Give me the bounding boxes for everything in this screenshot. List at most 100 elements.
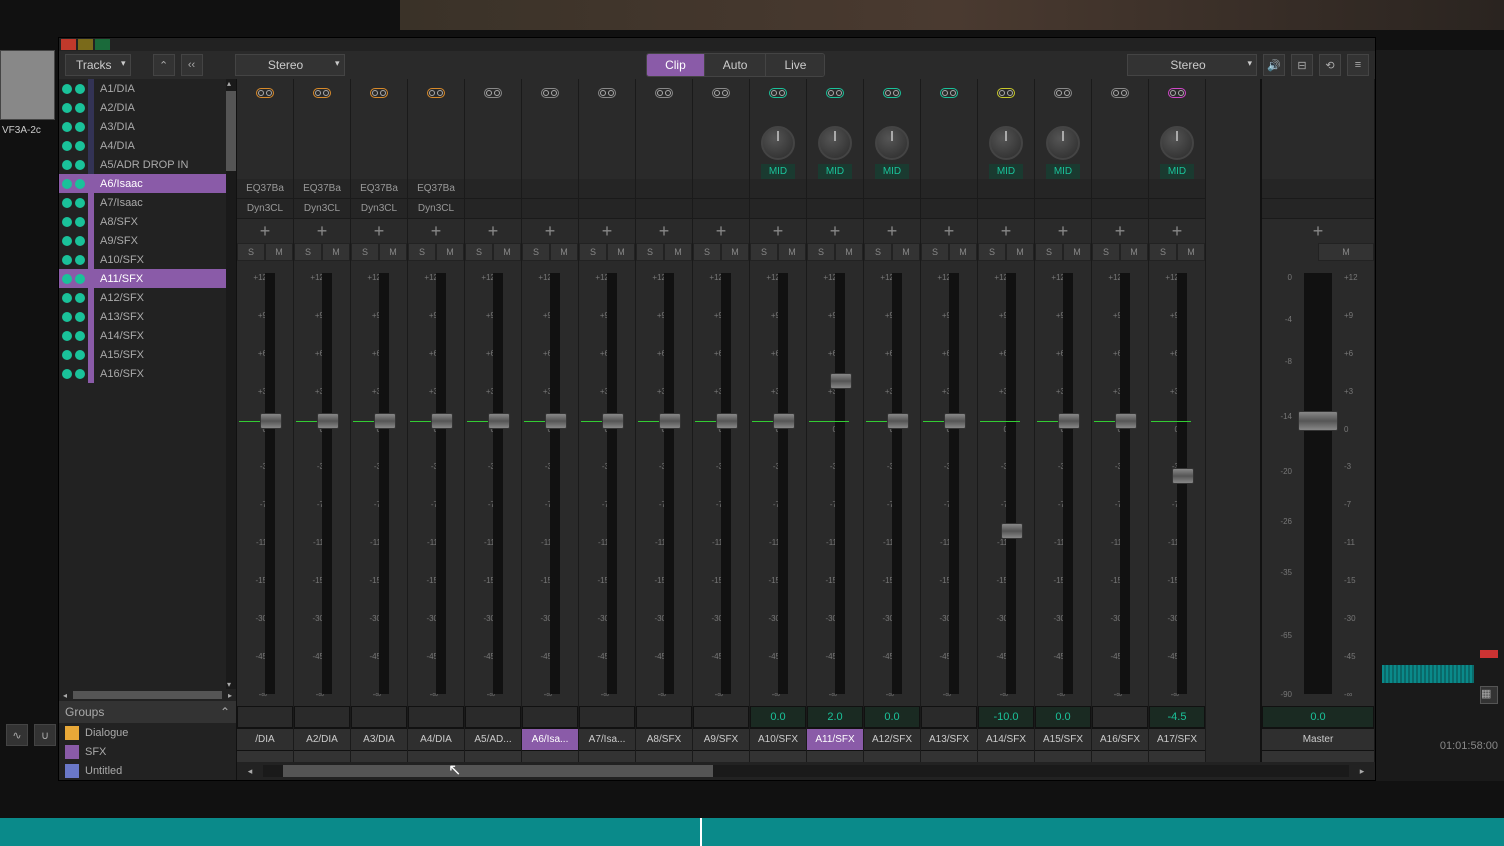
- add-insert-button[interactable]: +: [1092, 219, 1148, 243]
- fader-track[interactable]: [1006, 273, 1016, 694]
- solo-button[interactable]: S: [1092, 243, 1120, 261]
- track-led2-icon[interactable]: [75, 255, 85, 265]
- strip-name-label[interactable]: A11/SFX: [807, 728, 863, 750]
- strip-name-label[interactable]: A6/Isa...: [522, 728, 578, 750]
- solo-button[interactable]: S: [1035, 243, 1063, 261]
- fader-track[interactable]: [493, 273, 503, 694]
- track-led-icon[interactable]: [62, 293, 72, 303]
- fader-track[interactable]: [322, 273, 332, 694]
- insert-slot-2[interactable]: Dyn3CL: [408, 199, 464, 219]
- insert-slot-1[interactable]: [978, 179, 1034, 199]
- track-led2-icon[interactable]: [75, 141, 85, 151]
- add-insert-button[interactable]: +: [294, 219, 350, 243]
- add-insert-button[interactable]: +: [579, 219, 635, 243]
- stereo-icon[interactable]: [655, 88, 673, 98]
- strip-name-label[interactable]: A9/SFX: [693, 728, 749, 750]
- output-stereo-dropdown[interactable]: Stereo: [1127, 54, 1257, 76]
- stereo-icon[interactable]: [769, 88, 787, 98]
- solo-button[interactable]: S: [579, 243, 607, 261]
- track-led-icon[interactable]: [62, 122, 72, 132]
- menu-icon[interactable]: ≡: [1347, 54, 1369, 76]
- track-item-A11/SFX[interactable]: A11/SFX: [59, 269, 236, 288]
- strip-name-label[interactable]: A15/SFX: [1035, 728, 1091, 750]
- gain-value[interactable]: 0.0: [864, 706, 920, 728]
- add-insert-button[interactable]: +: [351, 219, 407, 243]
- insert-slot-2[interactable]: [1149, 199, 1205, 219]
- insert-slot-1[interactable]: [522, 179, 578, 199]
- insert-slot-2[interactable]: [921, 199, 977, 219]
- master-mute-button[interactable]: M: [1318, 243, 1374, 261]
- solo-button[interactable]: S: [921, 243, 949, 261]
- track-item-A14/SFX[interactable]: A14/SFX: [59, 326, 236, 345]
- track-led2-icon[interactable]: [75, 293, 85, 303]
- fader-thumb[interactable]: [488, 413, 510, 429]
- fader-track[interactable]: [550, 273, 560, 694]
- master-gain-value[interactable]: 0.0: [1262, 706, 1374, 728]
- track-led-icon[interactable]: [62, 141, 72, 151]
- input-stereo-dropdown[interactable]: Stereo: [235, 54, 345, 76]
- track-led-icon[interactable]: [62, 160, 72, 170]
- fader-track[interactable]: [1120, 273, 1130, 694]
- insert-slot-2[interactable]: Dyn3CL: [351, 199, 407, 219]
- groups-header[interactable]: Groups ⌃: [59, 701, 236, 723]
- marker-red-icon[interactable]: [1480, 650, 1498, 658]
- collapse-up-icon[interactable]: ⌃: [153, 54, 175, 76]
- fader-track[interactable]: [379, 273, 389, 694]
- pan-knob[interactable]: [875, 126, 909, 160]
- stereo-icon[interactable]: [826, 88, 844, 98]
- fader-track[interactable]: [1063, 273, 1073, 694]
- track-item-A1/DIA[interactable]: A1/DIA: [59, 79, 236, 98]
- gain-value[interactable]: -4.5: [1149, 706, 1205, 728]
- add-insert-button[interactable]: +: [1149, 219, 1205, 243]
- mute-button[interactable]: M: [721, 243, 749, 261]
- fader-thumb[interactable]: [260, 413, 282, 429]
- mute-button[interactable]: M: [835, 243, 863, 261]
- insert-slot-2[interactable]: [750, 199, 806, 219]
- fader-track[interactable]: [835, 273, 845, 694]
- strip-name-label[interactable]: A13/SFX: [921, 728, 977, 750]
- loop-icon[interactable]: ⟲: [1319, 54, 1341, 76]
- track-led2-icon[interactable]: [75, 179, 85, 189]
- solo-button[interactable]: S: [522, 243, 550, 261]
- strip-name-label[interactable]: A5/AD...: [465, 728, 521, 750]
- group-item-Dialogue[interactable]: Dialogue: [59, 723, 236, 742]
- add-insert-button[interactable]: +: [750, 219, 806, 243]
- fader-thumb[interactable]: [431, 413, 453, 429]
- track-led2-icon[interactable]: [75, 103, 85, 113]
- fader-track[interactable]: [436, 273, 446, 694]
- strip-name-label[interactable]: A8/SFX: [636, 728, 692, 750]
- fader-thumb[interactable]: [773, 413, 795, 429]
- stereo-icon[interactable]: [1054, 88, 1072, 98]
- solo-button[interactable]: S: [978, 243, 1006, 261]
- gain-value[interactable]: .: [693, 706, 749, 728]
- solo-button[interactable]: S: [351, 243, 379, 261]
- gain-value[interactable]: .: [1092, 706, 1148, 728]
- solo-button[interactable]: S: [750, 243, 778, 261]
- fader-thumb[interactable]: [716, 413, 738, 429]
- fader-track[interactable]: [721, 273, 731, 694]
- stereo-icon[interactable]: [313, 88, 331, 98]
- insert-slot-1[interactable]: [693, 179, 749, 199]
- insert-slot-2[interactable]: [636, 199, 692, 219]
- track-list[interactable]: A1/DIAA2/DIAA3/DIAA4/DIAA5/ADR DROP INA6…: [59, 79, 236, 689]
- fader-thumb[interactable]: [1115, 413, 1137, 429]
- insert-slot-2[interactable]: Dyn3CL: [294, 199, 350, 219]
- tool-right-icon[interactable]: ∪: [34, 724, 56, 746]
- mute-button[interactable]: M: [1006, 243, 1034, 261]
- window-title-bar[interactable]: [59, 38, 1375, 51]
- fader-thumb[interactable]: [1001, 523, 1023, 539]
- track-list-h-scroll[interactable]: ◂ ▸: [59, 689, 236, 701]
- stereo-icon[interactable]: [712, 88, 730, 98]
- gain-value[interactable]: .: [465, 706, 521, 728]
- insert-slot-1[interactable]: [864, 179, 920, 199]
- stereo-icon[interactable]: [997, 88, 1015, 98]
- fader-thumb[interactable]: [1172, 468, 1194, 484]
- fader-track[interactable]: [607, 273, 617, 694]
- solo-button[interactable]: S: [465, 243, 493, 261]
- solo-button[interactable]: S: [1149, 243, 1177, 261]
- group-item-Untitled[interactable]: Untitled: [59, 761, 236, 780]
- track-led-icon[interactable]: [62, 331, 72, 341]
- master-fader-track[interactable]: [1304, 273, 1332, 694]
- insert-slot-2[interactable]: [1035, 199, 1091, 219]
- h-scroll-thumb[interactable]: [73, 691, 222, 699]
